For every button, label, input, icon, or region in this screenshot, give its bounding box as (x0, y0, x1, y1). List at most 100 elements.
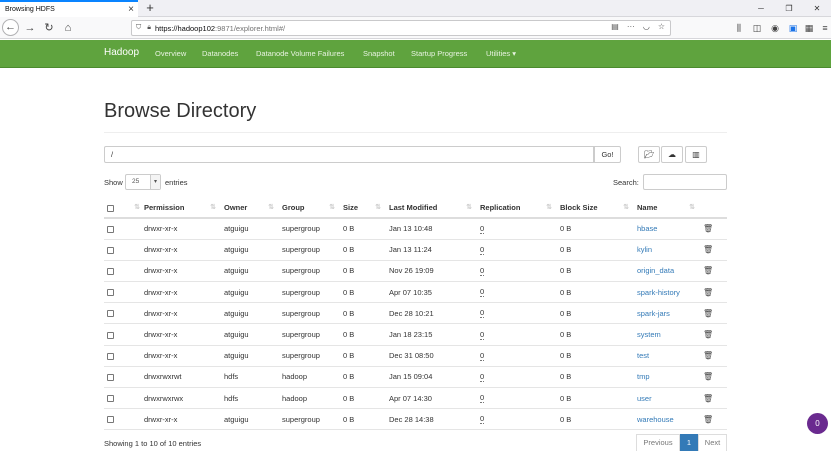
header-block-size[interactable]: Block Size ⇅ (557, 198, 634, 219)
tab-close-icon[interactable]: × (124, 4, 138, 15)
sort-icon[interactable]: ⇅ (134, 203, 140, 211)
trash-icon[interactable]: 🗑︎ (703, 330, 713, 339)
cell-name[interactable]: origin_data (634, 260, 700, 283)
entry-name-link[interactable]: spark-history (637, 288, 680, 297)
entry-name-link[interactable]: user (637, 394, 652, 403)
table-row[interactable]: drwxr-xr-x atguigu supergroup 0 B Jan 13 10:… (104, 218, 727, 240)
trash-icon[interactable]: 🗑︎ (703, 288, 713, 297)
sort-icon[interactable]: ⇅ (623, 203, 629, 211)
row-checkbox-cell[interactable] (104, 281, 124, 304)
cut-paste-icon[interactable]: ▥ (685, 146, 707, 163)
row-checkbox-cell[interactable] (104, 366, 124, 389)
entry-name-link[interactable]: origin_data (637, 266, 674, 275)
reload-icon[interactable]: ↻ (41, 20, 57, 36)
nav-snapshot[interactable]: Snapshot (363, 49, 395, 58)
shield-icon[interactable]: ⛉ (136, 24, 141, 32)
cell-name[interactable]: test (634, 345, 700, 367)
trash-icon[interactable]: 🗑︎ (703, 309, 713, 318)
row-checkbox[interactable] (107, 246, 114, 254)
row-checkbox-cell[interactable] (104, 408, 124, 431)
sort-icon[interactable]: ⇅ (329, 203, 335, 211)
sort-icon[interactable]: ⇅ (210, 203, 216, 211)
trash-icon[interactable]: 🗑︎ (703, 224, 713, 233)
entry-name-link[interactable]: system (637, 330, 661, 339)
sort-icon[interactable]: ⇅ (466, 203, 472, 211)
entry-name-link[interactable]: warehouse (637, 415, 674, 424)
entry-name-link[interactable]: hbase (637, 224, 657, 233)
row-checkbox[interactable] (107, 310, 114, 318)
upload-icon[interactable]: ☁ (661, 146, 683, 163)
header-last-modified[interactable]: Last Modified ⇅ (386, 198, 477, 219)
row-checkbox[interactable] (107, 395, 114, 403)
row-checkbox[interactable] (107, 373, 114, 381)
row-checkbox[interactable] (107, 267, 114, 275)
reader-view-icon[interactable]: ▤ (611, 22, 619, 31)
row-checkbox-cell[interactable] (104, 260, 124, 283)
directory-path-input[interactable]: / (104, 146, 594, 163)
sort-icon[interactable]: ⇅ (689, 203, 695, 211)
extension-icon[interactable]: ▣ (786, 21, 800, 35)
go-button[interactable]: Go! (594, 146, 621, 163)
nav-utilities-dropdown[interactable]: Utilities ▾ (486, 49, 516, 58)
url-bar[interactable]: ⛉ 🔒︎ https://hadoop102:9871/explorer.htm… (131, 20, 671, 36)
sort-icon[interactable]: ⇅ (375, 203, 381, 211)
table-row[interactable]: drwxrwxrwx hdfs hadoop 0 B Apr 07 14:30 0 0 B u… (104, 387, 727, 410)
account-icon[interactable]: ◉ (768, 21, 782, 35)
table-row[interactable]: drwxr-xr-x atguigu supergroup 0 B Dec 28 14:… (104, 408, 727, 431)
pagination-next[interactable]: Next (698, 434, 727, 451)
header-replication[interactable]: Replication ⇅ (477, 198, 557, 219)
trash-icon[interactable]: 🗑︎ (703, 245, 713, 254)
select-all-header[interactable] (104, 198, 124, 219)
trash-icon[interactable]: 🗑︎ (703, 372, 713, 381)
entry-name-link[interactable]: test (637, 351, 649, 360)
cell-name[interactable]: system (634, 323, 700, 346)
entry-name-link[interactable]: spark-jars (637, 309, 670, 318)
menu-icon[interactable]: ≡ (818, 21, 831, 35)
pagination-page-1[interactable]: 1 (680, 434, 698, 451)
row-checkbox-cell[interactable] (104, 239, 124, 261)
trash-icon[interactable]: 🗑︎ (703, 351, 713, 360)
header-permission[interactable]: Permission ⇅ (141, 198, 221, 219)
table-row[interactable]: drwxr-xr-x atguigu supergroup 0 B Dec 31 08:… (104, 345, 727, 367)
forward-arrow-icon[interactable]: → (22, 20, 38, 36)
table-row[interactable]: drwxrwxrwt hdfs hadoop 0 B Jan 15 09:04 0 0 B t… (104, 366, 727, 389)
search-input[interactable] (643, 174, 727, 190)
cell-name[interactable]: hbase (634, 218, 700, 240)
create-directory-icon[interactable]: 📂︎ (638, 146, 660, 163)
row-checkbox[interactable] (107, 416, 114, 424)
row-checkbox[interactable] (107, 225, 114, 233)
window-close-button[interactable]: ✕ (803, 0, 831, 17)
hadoop-brand[interactable]: Hadoop (104, 47, 139, 58)
notification-badge[interactable]: 0 (807, 413, 828, 434)
cell-name[interactable]: kylin (634, 239, 700, 261)
sidebar-icon[interactable]: ◫ (750, 21, 764, 35)
extension-2-icon[interactable]: ▦ (802, 21, 816, 35)
nav-startup-progress[interactable]: Startup Progress (411, 49, 467, 58)
home-icon[interactable]: ⌂ (60, 20, 76, 36)
cell-name[interactable]: spark-history (634, 281, 700, 304)
nav-overview[interactable]: Overview (155, 49, 186, 58)
entry-name-link[interactable]: tmp (637, 372, 650, 381)
table-row[interactable]: drwxr-xr-x atguigu supergroup 0 B Apr 07 10:… (104, 281, 727, 304)
header-name[interactable]: Name ⇅ (634, 198, 700, 219)
window-minimize-button[interactable]: ─ (747, 0, 775, 17)
header-group[interactable]: Group ⇅ (279, 198, 340, 219)
sort-icon[interactable]: ⇅ (546, 203, 552, 211)
header-size[interactable]: Size ⇅ (340, 198, 386, 219)
select-all-checkbox[interactable] (107, 204, 114, 212)
trash-icon[interactable]: 🗑︎ (703, 394, 713, 403)
entry-name-link[interactable]: kylin (637, 245, 652, 254)
nav-datanode-volume-failures[interactable]: Datanode Volume Failures (256, 49, 344, 58)
header-owner[interactable]: Owner ⇅ (221, 198, 279, 219)
nav-datanodes[interactable]: Datanodes (202, 49, 238, 58)
cell-name[interactable]: warehouse (634, 408, 700, 431)
table-row[interactable]: drwxr-xr-x atguigu supergroup 0 B Nov 26 19:… (104, 260, 727, 283)
row-checkbox-cell[interactable] (104, 323, 124, 346)
window-restore-button[interactable]: ❐ (775, 0, 803, 17)
sort-icon[interactable]: ⇅ (268, 203, 274, 211)
row-checkbox[interactable] (107, 352, 114, 360)
bookmark-star-icon[interactable]: ☆ (658, 22, 665, 31)
trash-icon[interactable]: 🗑︎ (703, 266, 713, 275)
row-checkbox-cell[interactable] (104, 302, 124, 325)
table-row[interactable]: drwxr-xr-x atguigu supergroup 0 B Jan 13 11:… (104, 239, 727, 261)
